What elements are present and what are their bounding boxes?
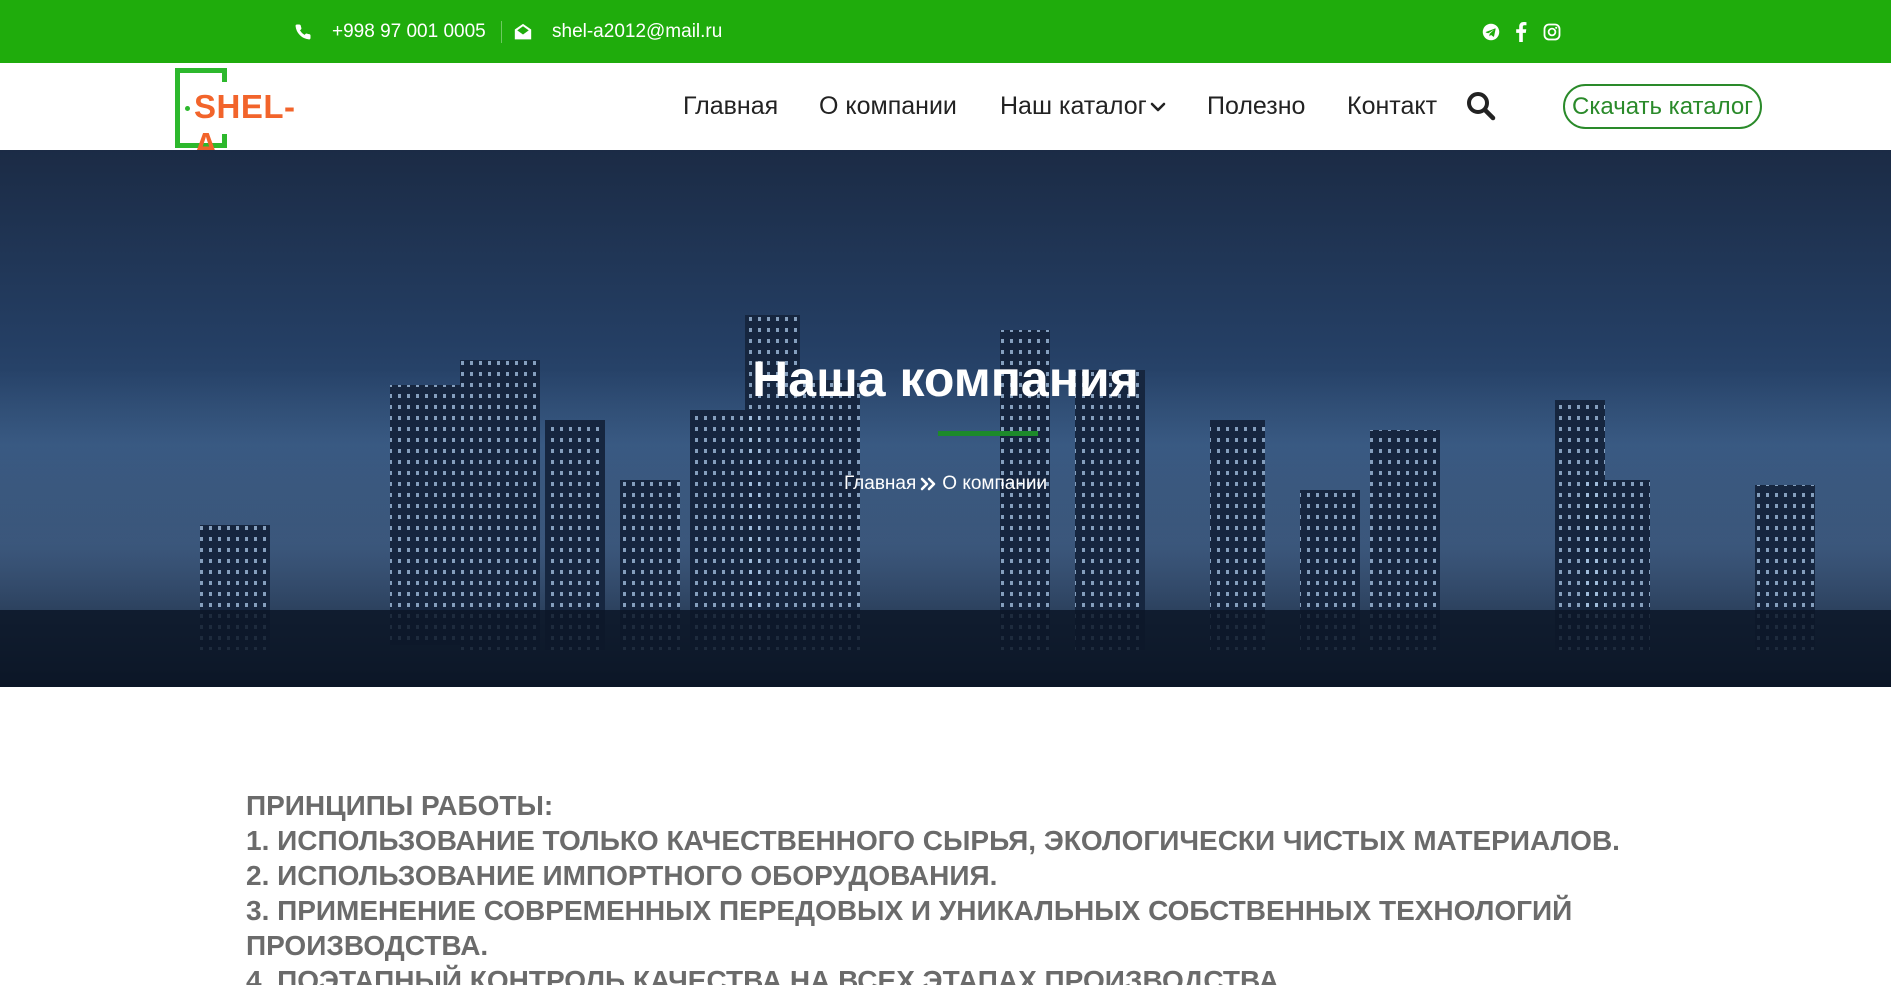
site-header: SHEL-A Главная О компании Наш каталог По…: [0, 63, 1891, 163]
page-title: Наша компания: [752, 351, 1139, 407]
telegram-icon[interactable]: [1480, 0, 1502, 63]
nav-about[interactable]: О компании: [819, 63, 957, 150]
principle-item: 1. ИСПОЛЬЗОВАНИЕ ТОЛЬКО КАЧЕСТВЕННОГО СЫ…: [246, 825, 1620, 856]
principle-item: ПРОИЗВОДСТВА.: [246, 930, 489, 961]
title-underline: [938, 431, 1038, 436]
principle-item: 4. ПОЭТАПНЫЙ КОНТРОЛЬ КАЧЕСТВА НА ВСЕХ Э…: [246, 965, 1287, 985]
principles-section: ПРИНЦИПЫ РАБОТЫ: 1. ИСПОЛЬЗОВАНИЕ ТОЛЬКО…: [246, 788, 1646, 985]
principles-heading: ПРИНЦИПЫ РАБОТЫ:: [246, 790, 554, 821]
nav-contact[interactable]: Контакт: [1347, 63, 1437, 150]
site-logo[interactable]: SHEL-A: [175, 68, 317, 163]
envelope-icon: [512, 21, 534, 43]
logo-dot: [185, 106, 190, 111]
breadcrumb-current: О компании: [942, 473, 1048, 494]
nav-home[interactable]: Главная: [683, 63, 778, 150]
phone-number[interactable]: +998 97 001 0005: [332, 21, 486, 43]
email-address[interactable]: shel-a2012@mail.ru: [552, 21, 722, 43]
chevron-down-icon: [1149, 98, 1167, 116]
breadcrumb: Главная О компании: [0, 473, 1891, 495]
contact-divider: [501, 21, 502, 43]
facebook-icon[interactable]: [1510, 0, 1532, 63]
hero-banner: Наша компания Главная О компании: [0, 150, 1891, 687]
instagram-icon[interactable]: [1541, 0, 1563, 63]
search-icon[interactable]: [1465, 90, 1497, 122]
email-contact[interactable]: shel-a2012@mail.ru: [512, 0, 722, 63]
top-bar: +998 97 001 0005 shel-a2012@mail.ru: [0, 0, 1891, 63]
nav-catalog-label: Наш каталог: [1000, 92, 1147, 120]
phone-contact[interactable]: +998 97 001 0005: [292, 0, 486, 63]
double-chevron-right-icon: [920, 476, 938, 492]
city-skyline-image: [0, 315, 1891, 687]
logo-frame-corner: [222, 68, 227, 82]
download-catalog-button[interactable]: Скачать каталог: [1563, 84, 1762, 129]
nav-useful[interactable]: Полезно: [1207, 63, 1305, 150]
principle-item: 3. ПРИМЕНЕНИЕ СОВРЕМЕННЫХ ПЕРЕДОВЫХ И УН…: [246, 895, 1573, 926]
breadcrumb-home[interactable]: Главная: [844, 473, 916, 495]
nav-catalog[interactable]: Наш каталог: [1000, 63, 1167, 150]
phone-icon: [292, 21, 314, 43]
principle-item: 2. ИСПОЛЬЗОВАНИЕ ИМПОРТНОГО ОБОРУДОВАНИЯ…: [246, 860, 998, 891]
